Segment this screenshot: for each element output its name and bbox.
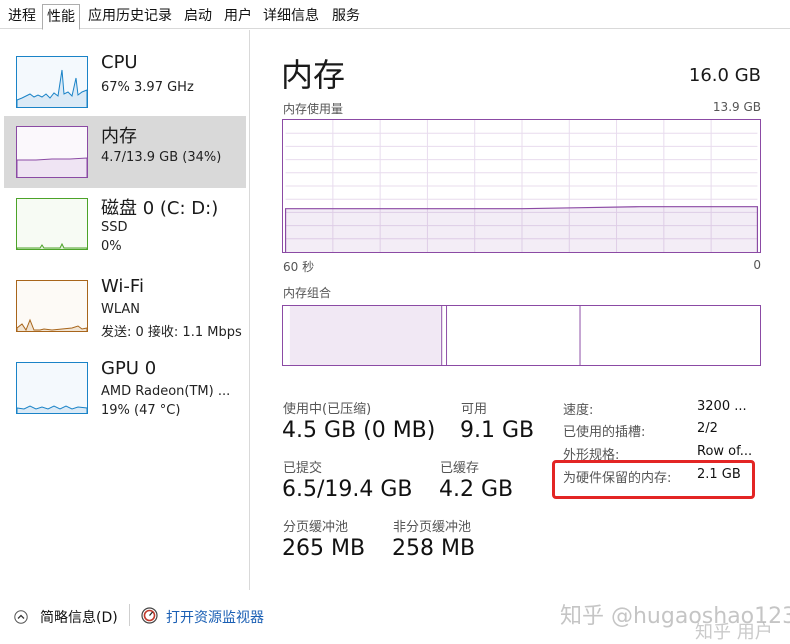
committed-label: 已提交 [283, 461, 323, 476]
sidebar-item-cpu[interactable]: CPU 67% 3.97 GHz [4, 46, 246, 118]
chevron-up-icon[interactable] [14, 610, 28, 624]
sidebar-item-detail: 4.7/13.9 GB (34%) [101, 150, 222, 165]
in-use-value: 4.5 GB (0 MB) [282, 418, 436, 443]
sidebar-item-detail: SSD [101, 220, 128, 235]
form-factor-value: Row of... [697, 444, 753, 459]
sidebar-item-title: 磁盘 0 (C: D:) [101, 198, 219, 219]
sidebar-item-detail: 发送: 0 接收: 1.1 Mbps [101, 325, 242, 340]
nonpaged-pool-value: 258 MB [392, 536, 476, 561]
paged-pool-label: 分页缓冲池 [283, 520, 349, 535]
sidebar-item-memory[interactable]: 内存 4.7/13.9 GB (34%) [4, 116, 246, 188]
in-use-label: 使用中(已压缩) [283, 402, 372, 417]
tab-processes[interactable]: 进程 [4, 4, 40, 29]
gpu-thumbnail-graph [16, 362, 88, 414]
sidebar-item-detail: 67% 3.97 GHz [101, 80, 194, 95]
total-memory: 16.0 GB [688, 65, 761, 86]
performance-sidebar: CPU 67% 3.97 GHz 内存 4.7/13.9 GB (34%) 磁盘… [0, 30, 250, 590]
graph-time-right: 0 [753, 258, 761, 272]
usage-graph-max: 13.9 GB [712, 100, 761, 114]
footer-divider [129, 604, 130, 626]
tab-bar: 进程 性能 应用历史记录 启动 用户 详细信息 服务 [0, 0, 790, 30]
memory-usage-graph [282, 119, 761, 253]
slots-value: 2/2 [697, 421, 718, 436]
sidebar-item-detail: 19% (47 °C) [101, 403, 181, 418]
open-resource-monitor-link[interactable]: 打开资源监视器 [166, 607, 264, 627]
disk-thumbnail-graph [16, 198, 88, 250]
sidebar-item-detail: WLAN [101, 302, 141, 317]
available-label: 可用 [461, 402, 488, 417]
wifi-thumbnail-graph [16, 280, 88, 332]
sidebar-item-title: Wi-Fi [101, 276, 144, 297]
slots-label: 已使用的插槽: [563, 425, 646, 440]
page-title: 内存 [281, 56, 346, 94]
cpu-thumbnail-graph [16, 56, 88, 108]
watermark-secondary: 知乎 用户 [695, 622, 773, 643]
composition-label: 内存组合 [283, 286, 332, 300]
sidebar-item-detail: 0% [101, 239, 122, 254]
usage-graph-label: 内存使用量 [283, 102, 344, 116]
tab-performance[interactable]: 性能 [42, 4, 80, 30]
sidebar-item-title: 内存 [101, 126, 137, 147]
speed-label: 速度: [563, 403, 594, 418]
cached-value: 4.2 GB [439, 477, 514, 502]
nonpaged-pool-label: 非分页缓冲池 [393, 520, 472, 535]
speed-value: 3200 ... [697, 399, 747, 414]
committed-value: 6.5/19.4 GB [282, 477, 413, 502]
sidebar-item-disk[interactable]: 磁盘 0 (C: D:) SSD 0% [4, 188, 246, 260]
memory-thumbnail-graph [16, 126, 88, 178]
sidebar-item-detail: AMD Radeon(TM) ... [101, 384, 231, 399]
cached-label: 已缓存 [440, 461, 480, 476]
sidebar-item-gpu[interactable]: GPU 0 AMD Radeon(TM) ... 19% (47 °C) [4, 352, 246, 424]
sidebar-item-title: GPU 0 [101, 358, 157, 379]
tab-app-history[interactable]: 应用历史记录 [84, 4, 176, 29]
tab-startup[interactable]: 启动 [180, 4, 216, 29]
graph-time-left: 60 秒 [283, 260, 315, 274]
sidebar-item-wifi[interactable]: Wi-Fi WLAN 发送: 0 接收: 1.1 Mbps [4, 270, 246, 342]
tab-details[interactable]: 详细信息 [259, 4, 323, 29]
fewer-details-link[interactable]: 简略信息(D) [40, 607, 118, 627]
paged-pool-value: 265 MB [282, 536, 366, 561]
resource-monitor-icon[interactable] [141, 607, 158, 624]
available-value: 9.1 GB [460, 418, 535, 443]
memory-composition-bar [282, 305, 761, 366]
tab-services[interactable]: 服务 [328, 4, 364, 29]
sidebar-item-title: CPU [101, 52, 138, 73]
tab-users[interactable]: 用户 [220, 4, 256, 29]
highlight-annotation-box [552, 460, 755, 499]
